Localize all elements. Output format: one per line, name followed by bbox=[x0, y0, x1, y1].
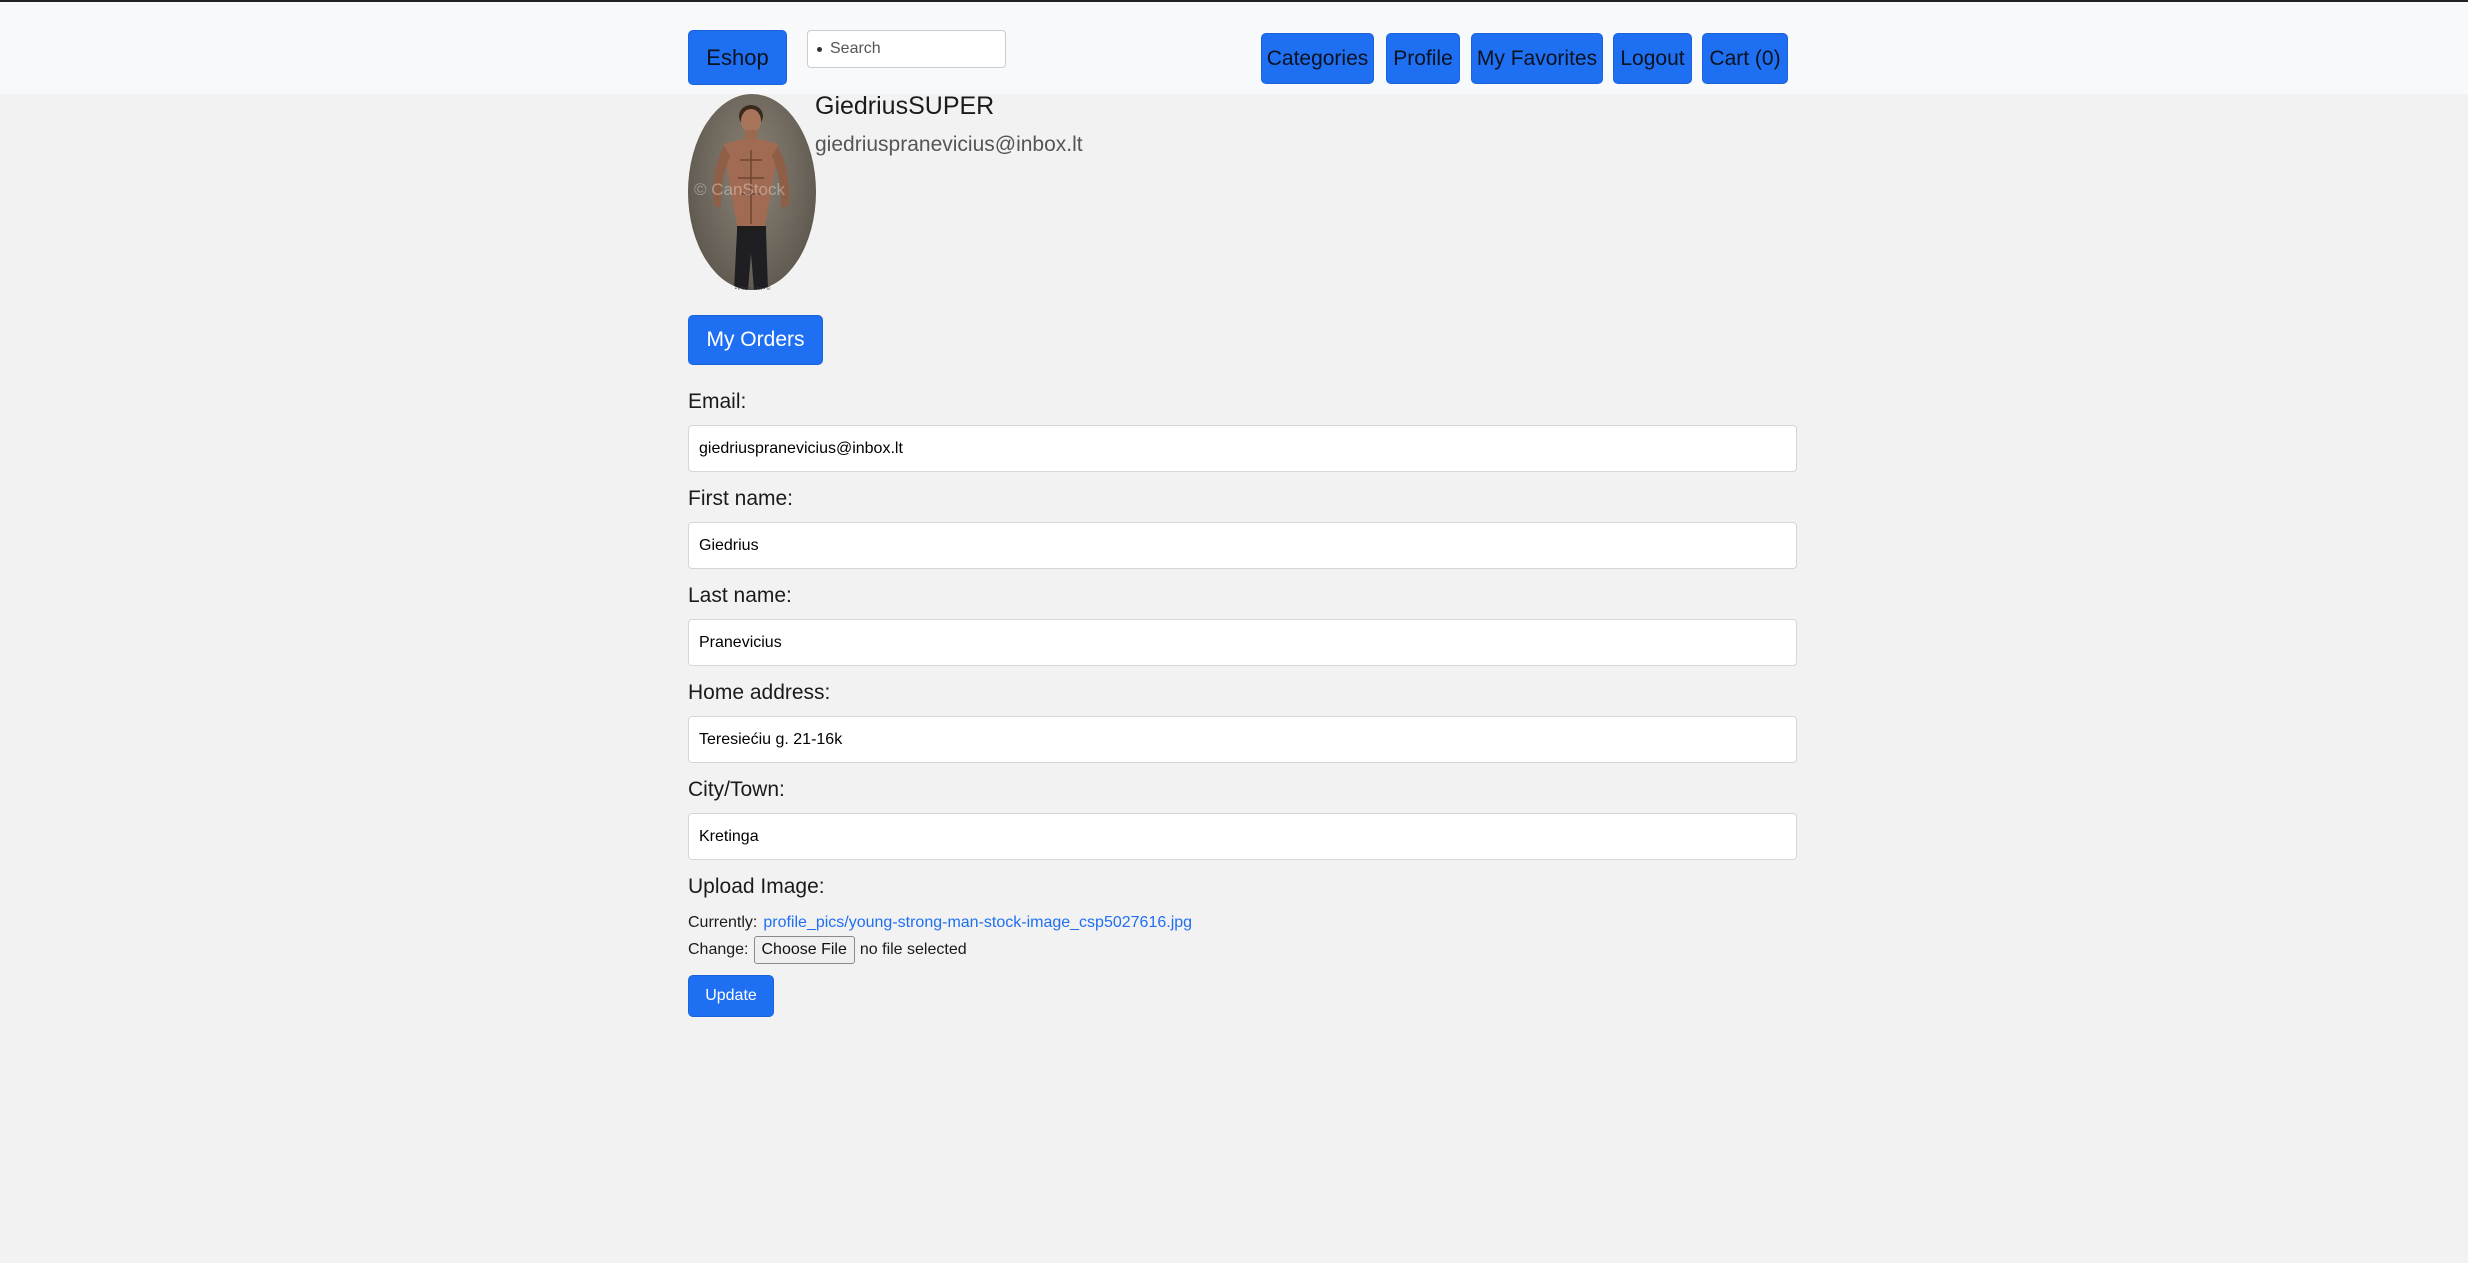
change-file-row: Change: Choose File no file selected bbox=[688, 935, 967, 965]
nav-categories-button[interactable]: Categories bbox=[1261, 33, 1374, 84]
navbar: Eshop Search Categories Profile My Favor… bbox=[0, 2, 2468, 94]
nav-profile-button[interactable]: Profile bbox=[1386, 33, 1460, 84]
current-file-link[interactable]: profile_pics/young-strong-man-stock-imag… bbox=[763, 914, 1192, 932]
search-input[interactable]: Search bbox=[807, 30, 1006, 68]
nav-logout-button[interactable]: Logout bbox=[1613, 33, 1692, 84]
search-placeholder: Search bbox=[830, 40, 881, 57]
change-label: Change: bbox=[688, 941, 749, 958]
avatar: © CanStock bbox=[688, 94, 816, 290]
choose-file-button[interactable]: Choose File bbox=[753, 936, 855, 964]
last-name-label: Last name: bbox=[688, 584, 792, 607]
my-orders-button[interactable]: My Orders bbox=[688, 315, 823, 365]
update-button[interactable]: Update bbox=[688, 975, 774, 1017]
current-file-row: Currently: profile_pics/young-strong-man… bbox=[688, 912, 1192, 934]
avatar-caption: • Photo.com • © bbox=[735, 286, 771, 292]
home-address-field[interactable] bbox=[688, 716, 1797, 763]
no-file-text: no file selected bbox=[859, 941, 967, 958]
nav-cart-button[interactable]: Cart (0) bbox=[1702, 33, 1788, 84]
city-label: City/Town: bbox=[688, 778, 785, 801]
email-field[interactable] bbox=[688, 425, 1797, 472]
currently-label: Currently: bbox=[688, 914, 758, 931]
first-name-label: First name: bbox=[688, 487, 794, 510]
avatar-watermark: © CanStock bbox=[694, 180, 785, 199]
profile-username: GiedriusSUPER bbox=[815, 92, 995, 120]
city-field[interactable] bbox=[688, 813, 1797, 860]
home-address-label: Home address: bbox=[688, 681, 831, 704]
bullet-icon bbox=[817, 46, 822, 52]
nav-favorites-button[interactable]: My Favorites bbox=[1471, 33, 1603, 84]
first-name-field[interactable] bbox=[688, 522, 1797, 569]
profile-email: giedriuspranevicius@inbox.lt bbox=[815, 133, 1083, 156]
email-label: Email: bbox=[688, 390, 747, 413]
last-name-field[interactable] bbox=[688, 619, 1797, 666]
brand-button[interactable]: Eshop bbox=[688, 30, 787, 85]
upload-image-label: Upload Image: bbox=[688, 875, 825, 898]
